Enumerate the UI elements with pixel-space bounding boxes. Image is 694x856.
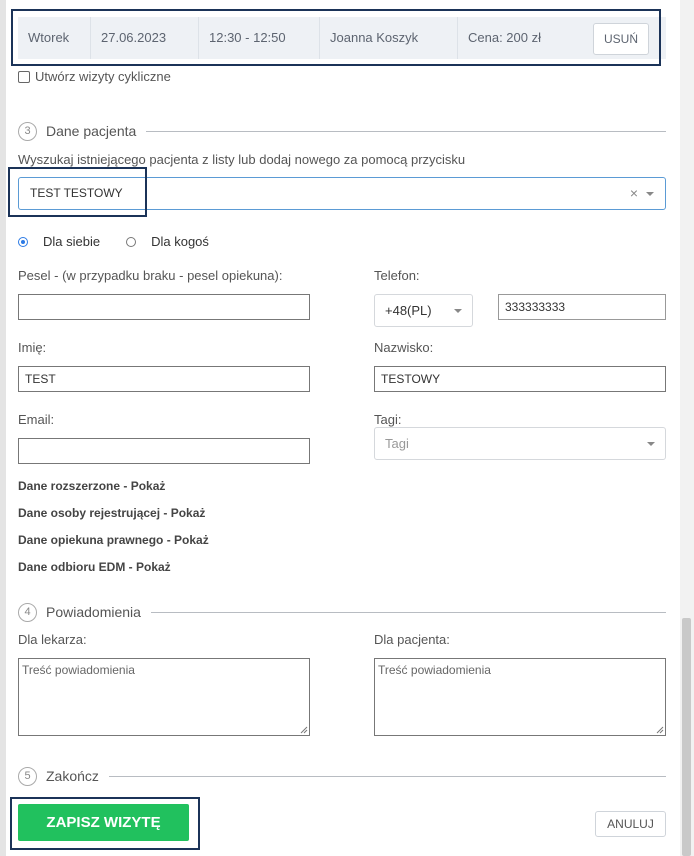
- registrant-data-link[interactable]: Dane osoby rejestrującej - Pokaż: [18, 506, 205, 520]
- phone-label: Telefon:: [374, 268, 420, 283]
- chevron-down-icon[interactable]: [646, 192, 654, 196]
- section-number: 3: [18, 121, 37, 141]
- section-divider: [146, 130, 666, 132]
- edm-data-link[interactable]: Dane odbioru EDM - Pokaż: [18, 560, 171, 574]
- chevron-down-icon[interactable]: [454, 309, 462, 313]
- highlight-frame-appointment: [11, 9, 661, 66]
- phone-input[interactable]: 333333333: [498, 294, 666, 320]
- section-title: Zakończ: [46, 768, 99, 784]
- highlight-frame-save: [10, 797, 200, 850]
- section-notifications-header: 4 Powiadomienia: [18, 602, 666, 622]
- cancel-button[interactable]: ANULUJ: [595, 811, 666, 837]
- patient-notification-label: Dla pacjenta:: [374, 632, 450, 647]
- patient-notification-textarea[interactable]: Treść powiadomienia: [374, 658, 666, 736]
- radio-self[interactable]: [18, 236, 28, 247]
- section-divider: [108, 775, 666, 777]
- chevron-down-icon[interactable]: [647, 442, 655, 446]
- pesel-input[interactable]: [18, 294, 310, 320]
- scrollbar-thumb[interactable]: [682, 618, 691, 856]
- radio-other-label[interactable]: Dla kogoś: [151, 234, 209, 249]
- section-title: Dane pacjenta: [46, 123, 137, 139]
- panel-left-edge: [0, 0, 6, 856]
- first-name-input[interactable]: TEST: [18, 366, 310, 392]
- section-finish-header: 5 Zakończ: [18, 766, 666, 786]
- patient-for-radio-group: Dla siebie Dla kogoś: [18, 234, 209, 249]
- section-patient-header: 3 Dane pacjenta: [18, 121, 666, 141]
- tags-placeholder: Tagi: [385, 436, 409, 451]
- section-divider: [150, 611, 666, 613]
- section-title: Powiadomienia: [46, 604, 141, 620]
- phone-prefix-value: +48(PL): [385, 303, 432, 318]
- patient-search-hint: Wyszukaj istniejącego pacjenta z listy l…: [18, 152, 466, 167]
- section-number: 4: [18, 602, 37, 622]
- doctor-notification-placeholder: Treść powiadomienia: [22, 663, 135, 677]
- first-name-label: Imię:: [18, 340, 47, 355]
- resize-grip-icon[interactable]: [300, 726, 308, 734]
- phone-prefix-select[interactable]: +48(PL): [374, 294, 473, 327]
- recurring-option[interactable]: Utwórz wizyty cykliczne: [18, 69, 171, 84]
- doctor-notification-label: Dla lekarza:: [18, 632, 87, 647]
- email-input[interactable]: [18, 438, 310, 464]
- section-number: 5: [18, 766, 37, 786]
- radio-self-label[interactable]: Dla siebie: [43, 234, 100, 249]
- email-label: Email:: [18, 412, 55, 427]
- resize-grip-icon[interactable]: [656, 726, 664, 734]
- last-name-input[interactable]: TESTOWY: [374, 366, 666, 392]
- doctor-notification-textarea[interactable]: Treść powiadomienia: [18, 658, 310, 736]
- guardian-data-link[interactable]: Dane opiekuna prawnego - Pokaż: [18, 533, 209, 547]
- extended-data-link[interactable]: Dane rozszerzone - Pokaż: [18, 479, 165, 493]
- clear-icon[interactable]: ×: [630, 178, 638, 209]
- tags-select[interactable]: Tagi: [374, 427, 666, 460]
- patient-notification-placeholder: Treść powiadomienia: [378, 663, 491, 677]
- recurring-label: Utwórz wizyty cykliczne: [35, 69, 171, 84]
- scrollbar[interactable]: [680, 0, 694, 856]
- radio-other[interactable]: [126, 236, 137, 247]
- pesel-label: Pesel - (w przypadku braku - pesel opiek…: [18, 268, 283, 283]
- recurring-checkbox[interactable]: [18, 70, 30, 83]
- last-name-label: Nazwisko:: [374, 340, 434, 355]
- highlight-frame-patient: [8, 167, 147, 217]
- tags-label: Tagi:: [374, 412, 402, 427]
